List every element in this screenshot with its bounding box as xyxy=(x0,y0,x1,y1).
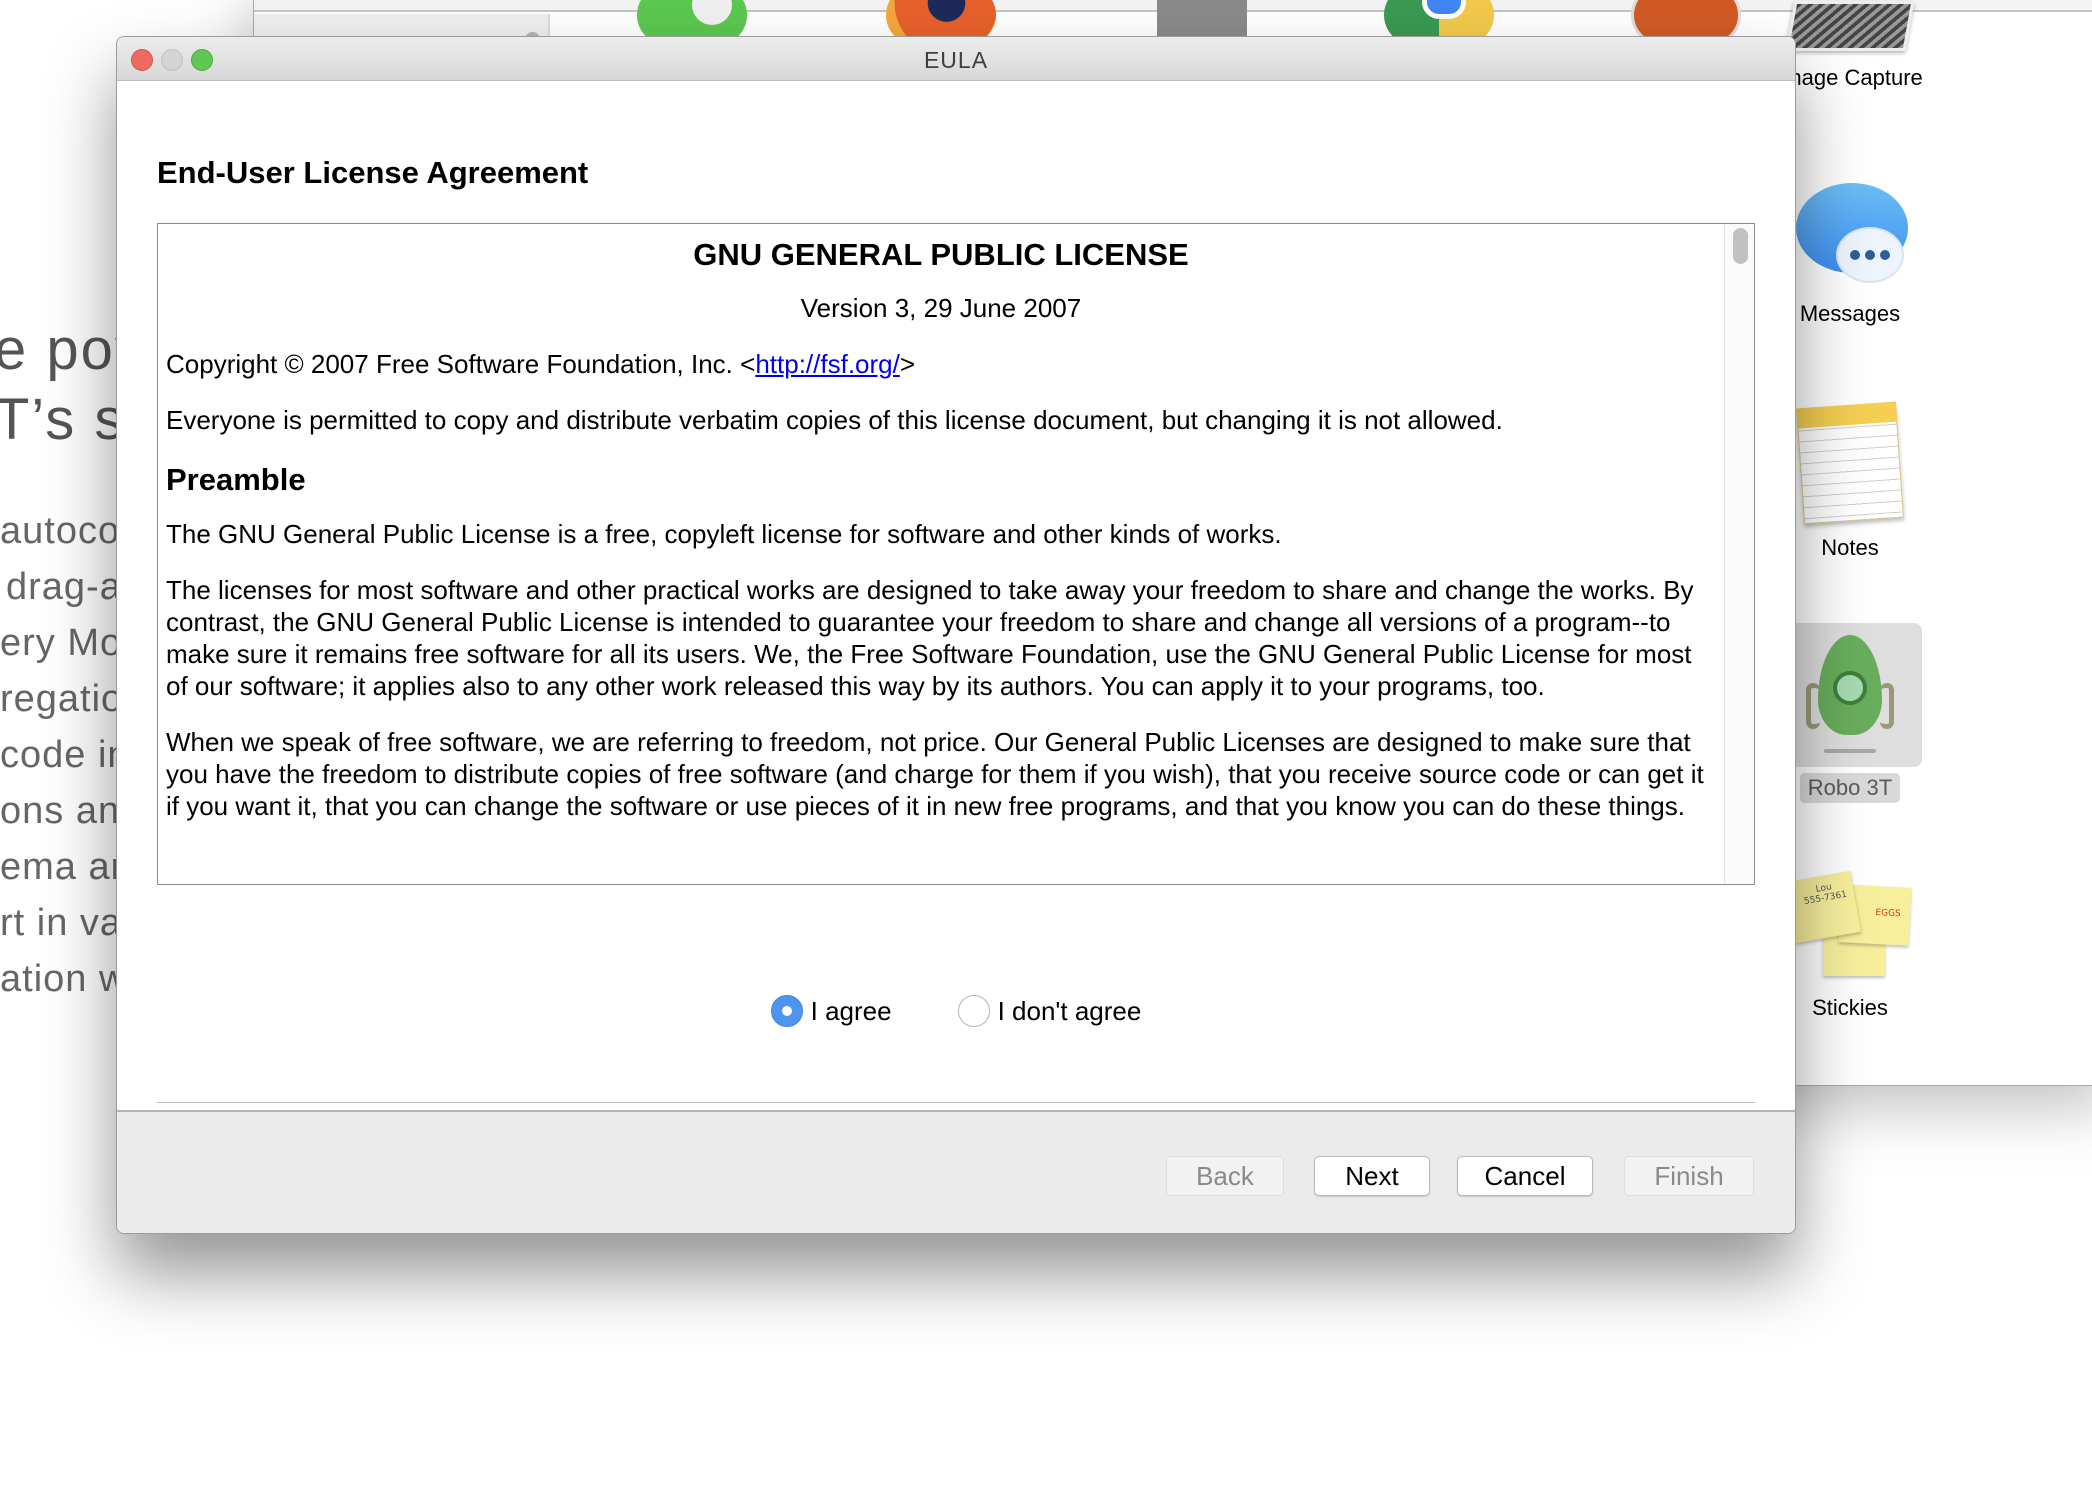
agree-radio[interactable] xyxy=(770,995,803,1027)
background-text-line: drag-a xyxy=(6,566,122,608)
content-divider xyxy=(157,1102,1755,1103)
title-bar[interactable]: EULA xyxy=(117,37,1795,81)
fsf-link[interactable]: http://fsf.org/ xyxy=(755,349,900,379)
agreement-radio-group: I agree I don't agree xyxy=(117,995,1795,1027)
robo-3t-icon xyxy=(1778,623,1922,767)
background-heading-line: T’s s xyxy=(0,387,126,452)
notes-icon xyxy=(1796,401,1904,525)
preamble-heading: Preamble xyxy=(166,462,306,497)
app-label: Stickies xyxy=(1812,995,1888,1020)
finish-button[interactable]: Finish xyxy=(1624,1156,1754,1196)
window-title: EULA xyxy=(923,47,989,73)
license-paragraph: The GNU General Public License is a free… xyxy=(166,519,1282,549)
agree-option[interactable]: I agree xyxy=(770,995,892,1027)
app-label: Messages xyxy=(1799,301,1901,326)
background-text-line: ema ar xyxy=(0,846,125,888)
license-version: Version 3, 29 June 2007 xyxy=(800,293,1082,323)
disagree-label[interactable]: I don't agree xyxy=(998,996,1142,1027)
license-copyright: Copyright © 2007 Free Software Foundatio… xyxy=(166,348,1716,380)
copyright-text: Copyright © 2007 Free Software Foundatio… xyxy=(166,349,756,379)
cancel-button[interactable]: Cancel xyxy=(1457,1156,1593,1196)
agree-label[interactable]: I agree xyxy=(811,996,892,1027)
copyright-suffix: > xyxy=(899,349,916,379)
background-text-line: autoco xyxy=(0,510,121,552)
image-capture-icon xyxy=(1785,1,1915,51)
dialog-content: End-User License Agreement GNU GENERAL P… xyxy=(117,81,1795,1146)
scrollbar-thumb[interactable] xyxy=(1733,228,1748,264)
license-title: GNU GENERAL PUBLIC LICENSE xyxy=(693,237,1189,272)
background-text-line: ation w xyxy=(0,958,128,1000)
license-scrollbar[interactable] xyxy=(1724,224,1754,884)
license-permission: Everyone is permitted to copy and distri… xyxy=(166,405,1503,435)
app-label: Notes xyxy=(1821,535,1879,560)
next-button[interactable]: Next xyxy=(1314,1156,1430,1196)
page-title: End-User License Agreement xyxy=(157,155,589,190)
license-text: GNU GENERAL PUBLIC LICENSE Version 3, 29… xyxy=(158,224,1724,884)
button-bar: Back Next Cancel Finish xyxy=(117,1110,1795,1233)
stickies-icon: MILK EGGS Lou 555-7361 xyxy=(1785,870,1915,981)
background-text-line: regatio xyxy=(0,678,124,720)
messages-icon xyxy=(1790,177,1910,287)
license-text-box[interactable]: GNU GENERAL PUBLIC LICENSE Version 3, 29… xyxy=(157,223,1755,885)
sticky-note: Lou 555-7361 xyxy=(1785,870,1861,944)
license-paragraph: When we speak of free software, we are r… xyxy=(166,727,1704,821)
background-text-line: ons an xyxy=(0,790,121,832)
app-label: Robo 3T xyxy=(1799,773,1901,803)
back-button[interactable]: Back xyxy=(1166,1156,1284,1196)
disagree-radio[interactable] xyxy=(957,995,990,1027)
license-paragraph: The licenses for most software and other… xyxy=(166,575,1694,701)
background-text-line: code in xyxy=(0,734,130,776)
disagree-option[interactable]: I don't agree xyxy=(957,995,1142,1027)
eula-dialog: EULA End-User License Agreement GNU GENE… xyxy=(116,36,1796,1234)
